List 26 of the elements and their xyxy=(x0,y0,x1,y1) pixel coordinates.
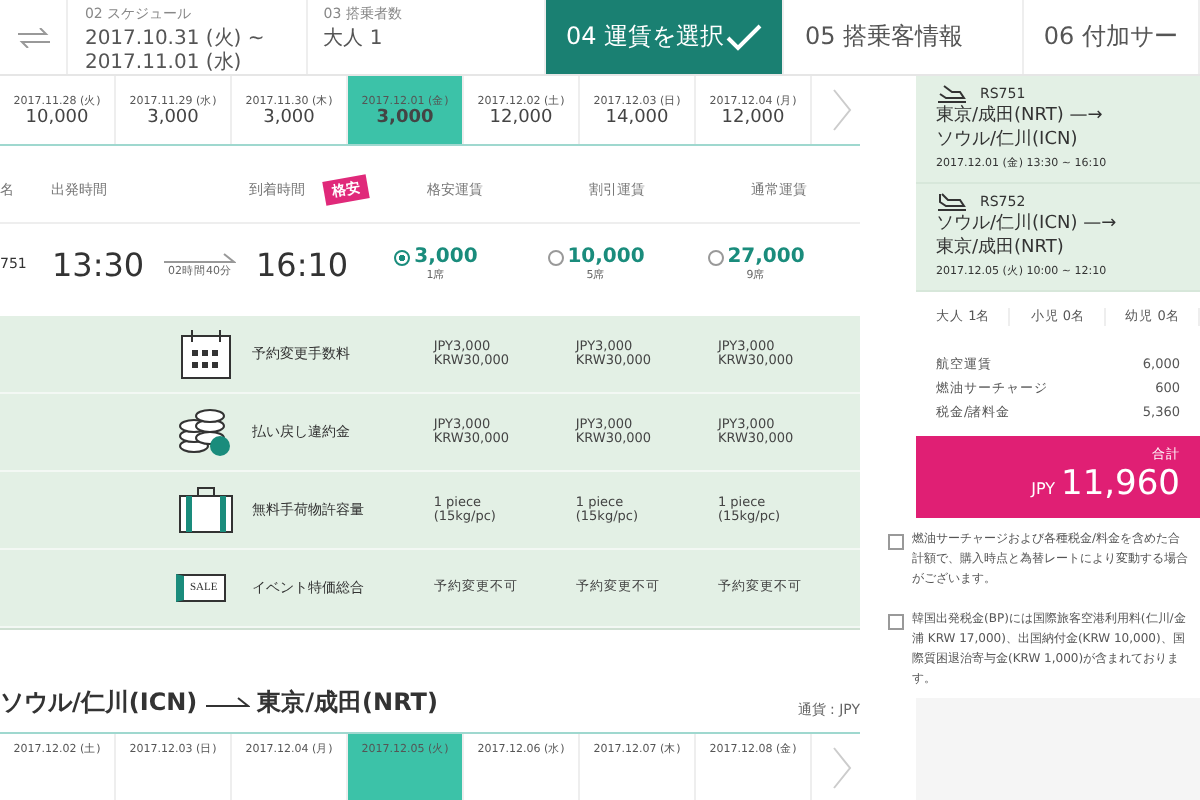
fare-radio[interactable] xyxy=(707,249,724,266)
fare-price: 27,000 xyxy=(727,246,805,269)
calendar-icon xyxy=(176,327,236,380)
route-text: ソウル/仁川(ICN) xyxy=(936,128,1080,152)
swap-icon xyxy=(17,27,50,47)
suitcase-icon xyxy=(176,485,236,534)
route-text: ソウル/仁川(ICN) —→ xyxy=(936,212,1119,236)
route-destination: 東京/成田(NRT) xyxy=(257,685,438,720)
step-tab[interactable]: 05 搭乗客情報 xyxy=(784,0,1024,74)
arrival-time: 16:10 xyxy=(256,245,351,284)
departure-time: 13:30 xyxy=(52,245,144,284)
fare-radio[interactable] xyxy=(547,249,564,266)
landing-plane-icon xyxy=(936,192,968,212)
fare-price: 3,000 xyxy=(414,246,478,269)
total-currency: JPY xyxy=(1031,480,1056,498)
check-icon xyxy=(726,23,763,51)
route-text: 東京/成田(NRT) xyxy=(936,236,1066,260)
step-tab[interactable]: 06 付加サー xyxy=(1023,0,1200,74)
takeoff-plane-icon xyxy=(936,84,968,104)
step-tab[interactable]: 04 運賃を選択 xyxy=(546,0,785,74)
coins-icon xyxy=(176,405,236,458)
total-amount: 11,960 xyxy=(1061,464,1180,504)
fare-price: 10,000 xyxy=(567,246,645,269)
route-origin: ソウル/仁川(ICN) xyxy=(0,685,198,720)
fare-radio[interactable] xyxy=(394,249,411,266)
route-text: 東京/成田(NRT) —→ xyxy=(936,104,1105,128)
